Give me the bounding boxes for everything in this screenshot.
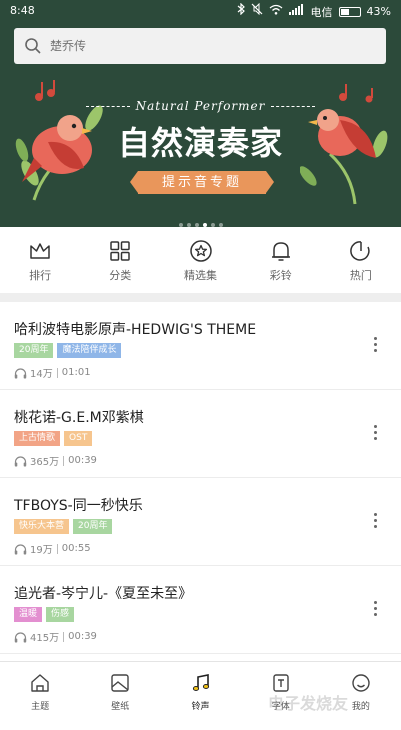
star-circle-icon: [189, 240, 212, 262]
banner-subtitle: Natural Performer: [0, 99, 401, 113]
song-tags: 20周年 魔法陪伴成长: [14, 343, 122, 358]
search-input[interactable]: [50, 28, 370, 64]
song-tag: 温暖: [14, 607, 43, 622]
category-ranking[interactable]: 排行: [0, 227, 80, 293]
banner-carousel[interactable]: 8:48 电信 43% 楚乔传 Natural Performer 自然演奏家 …: [0, 0, 401, 227]
meta-separator: [56, 543, 58, 554]
song-item[interactable]: 哈利波特电影原声-HEDWIG'S THEME 20周年 魔法陪伴成长 14万 …: [0, 302, 401, 390]
headphones-icon: [14, 631, 27, 642]
song-tags: 温暖 伤感: [14, 607, 75, 622]
meta-separator: [63, 455, 65, 466]
status-bar: 8:48 电信 43%: [0, 0, 401, 22]
play-count: 19万: [30, 545, 53, 556]
status-icons: 电信 43%: [237, 2, 391, 20]
play-count: 14万: [30, 369, 53, 380]
search-bar[interactable]: [14, 28, 386, 64]
headphones-icon: [14, 455, 27, 466]
category-classify[interactable]: 分类: [80, 227, 160, 293]
tab-ringtone[interactable]: 铃声: [160, 662, 240, 730]
wifi-icon: [269, 4, 283, 20]
home-icon: [31, 674, 49, 692]
tab-label: 壁纸: [111, 702, 130, 712]
song-tag: 快乐大本营: [14, 519, 70, 534]
category-label: 彩铃: [269, 269, 292, 282]
duration: 01:01: [61, 367, 91, 378]
song-title: 桃花诺-G.E.M邓紫棋: [14, 410, 144, 426]
carrier-label: 电信: [310, 5, 333, 19]
song-title: 哈利波特电影原声-HEDWIG'S THEME: [14, 322, 257, 338]
banner-title: 自然演奏家: [117, 124, 283, 162]
play-count: 415万: [30, 633, 60, 644]
song-tag: 20周年: [73, 519, 113, 534]
category-label: 热门: [349, 269, 372, 282]
banner-tag: 提示音专题: [130, 171, 274, 194]
battery-icon: [338, 6, 361, 17]
duration: 00:39: [68, 631, 97, 642]
meta-separator: [56, 367, 58, 378]
category-label: 排行: [29, 269, 52, 282]
play-count: 365万: [30, 457, 60, 468]
category-hot[interactable]: 热门: [321, 227, 401, 293]
duration: 00:39: [68, 455, 97, 466]
song-item[interactable]: 追光者-岑宁儿-《夏至未至》 温暖 伤感 415万 00:39: [0, 566, 401, 654]
song-tags: 快乐大本营 20周年: [14, 519, 113, 534]
refresh-icon: [350, 241, 370, 261]
mute-icon: [251, 2, 263, 20]
crown-icon: [30, 243, 50, 259]
song-item[interactable]: 桃花诺-G.E.M邓紫棋 上古情歌 OST 365万 00:39: [0, 390, 401, 478]
music-note-icon: [192, 674, 209, 691]
meta-separator: [63, 631, 65, 642]
tab-wallpaper[interactable]: 壁纸: [80, 662, 160, 730]
more-options-icon[interactable]: [367, 508, 383, 532]
song-tags: 上古情歌 OST: [14, 431, 93, 446]
category-label: 分类: [109, 269, 132, 282]
section-divider: [0, 293, 401, 302]
song-tag: 魔法陪伴成长: [57, 343, 122, 358]
song-meta: 365万 00:39: [14, 453, 97, 468]
headphones-icon: [14, 367, 27, 378]
song-tag: OST: [64, 431, 93, 446]
search-icon: [25, 38, 41, 54]
category-ringback[interactable]: 彩铃: [241, 227, 321, 293]
category-label: 精选集: [184, 269, 217, 282]
song-title: 追光者-岑宁儿-《夏至未至》: [14, 586, 193, 602]
grid-icon: [110, 241, 131, 261]
wallpaper-icon: [111, 674, 129, 692]
tab-label: 铃声: [191, 702, 210, 712]
watermark: 电子发烧友: [268, 694, 349, 713]
status-time: 8:48: [10, 4, 35, 17]
carousel-dots: [0, 212, 401, 227]
more-options-icon[interactable]: [367, 332, 383, 356]
song-meta: 14万 01:01: [14, 365, 91, 380]
song-tag: 上古情歌: [14, 431, 61, 446]
song-item[interactable]: TFBOYS-同一秒快乐 快乐大本营 20周年 19万 00:55: [0, 478, 401, 566]
headphones-icon: [14, 543, 27, 554]
battery-level: 43%: [366, 5, 391, 18]
category-collections[interactable]: 精选集: [160, 227, 240, 293]
signal-icon: [288, 3, 305, 20]
more-options-icon[interactable]: [367, 596, 383, 620]
tab-label: 主题: [31, 702, 50, 712]
duration: 00:55: [61, 543, 91, 554]
song-meta: 415万 00:39: [14, 629, 97, 644]
song-meta: 19万 00:55: [14, 541, 91, 556]
more-options-icon[interactable]: [367, 420, 383, 444]
song-tag: 伤感: [46, 607, 75, 622]
bluetooth-icon: [237, 2, 245, 20]
face-icon: [352, 674, 370, 692]
bell-icon: [271, 242, 290, 261]
song-tag: 20周年: [14, 343, 54, 358]
song-title: TFBOYS-同一秒快乐: [14, 498, 143, 514]
tab-theme[interactable]: 主题: [0, 662, 80, 730]
category-nav: 排行 分类 精选集 彩铃 热门: [0, 227, 401, 293]
